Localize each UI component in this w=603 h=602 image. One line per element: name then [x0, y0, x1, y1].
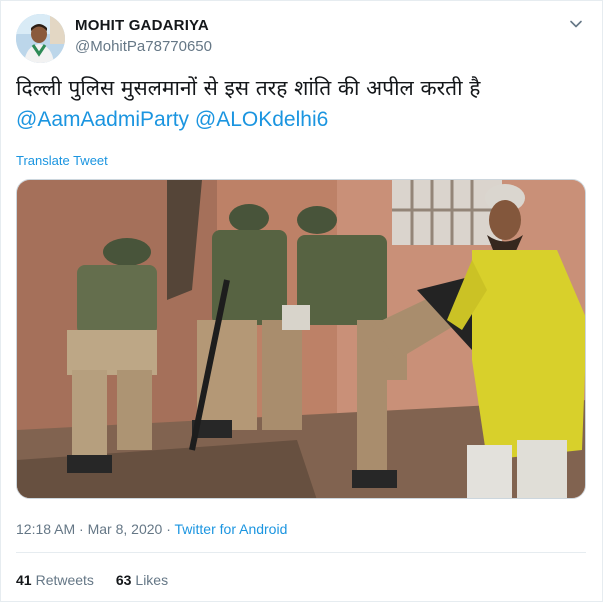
display-name[interactable]: MOHIT GADARIYA [75, 17, 209, 34]
tweet-card: MOHIT GADARIYA @MohitPa78770650 दिल्ली प… [0, 0, 603, 602]
mention-link[interactable]: @AamAadmiParty [16, 108, 189, 131]
tweet-stats: 41 Retweets 63 Likes [16, 572, 186, 588]
photo-illustration [17, 180, 585, 498]
likes-stat[interactable]: 63 Likes [116, 572, 168, 588]
translate-tweet-link[interactable]: Translate Tweet [16, 153, 108, 168]
tweet-time[interactable]: 12:18 AM [16, 521, 75, 537]
avatar[interactable] [16, 14, 65, 63]
mention-link[interactable]: @ALOKdelhi6 [195, 108, 328, 131]
chevron-down-icon[interactable] [567, 15, 585, 33]
divider [16, 552, 586, 553]
retweets-count: 41 [16, 572, 32, 588]
retweets-label: Retweets [35, 572, 94, 588]
user-handle[interactable]: @MohitPa78770650 [75, 38, 212, 55]
meta-separator: · [79, 521, 84, 537]
tweet-text: दिल्ली पुलिस मुसलमानों से इस तरह शांति क… [16, 76, 481, 100]
tweet-photo[interactable] [16, 179, 586, 499]
tweet-mentions: @AamAadmiParty @ALOKdelhi6 [16, 105, 328, 135]
meta-separator: · [166, 521, 171, 537]
tweet-source-link[interactable]: Twitter for Android [175, 521, 288, 537]
retweets-stat[interactable]: 41 Retweets [16, 572, 98, 588]
tweet-meta: 12:18 AM · Mar 8, 2020 · Twitter for And… [16, 521, 287, 537]
likes-label: Likes [135, 572, 169, 588]
tweet-date[interactable]: Mar 8, 2020 [88, 521, 163, 537]
likes-count: 63 [115, 572, 132, 588]
